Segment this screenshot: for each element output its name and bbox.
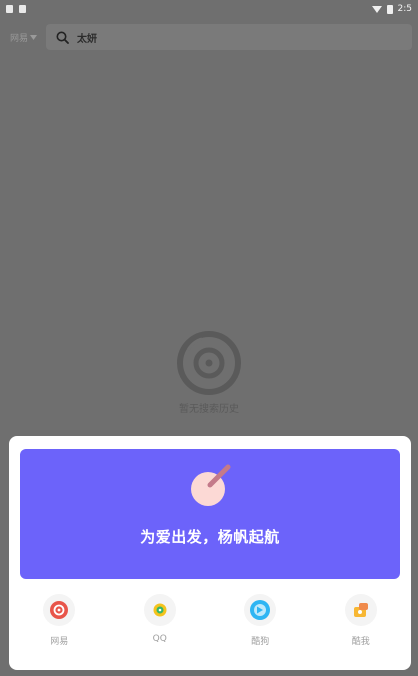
- option-icon-wrap: [244, 594, 277, 626]
- wifi-icon: [371, 5, 382, 13]
- empty-state-text: 暂无搜索历史: [179, 404, 239, 415]
- kugou-icon: [250, 600, 271, 620]
- netease-music-icon: [50, 601, 69, 619]
- qq-music-icon: [153, 603, 167, 617]
- kuwo-icon: [353, 603, 368, 617]
- notification-icon: [6, 5, 13, 13]
- sim-icon: [19, 5, 26, 13]
- option-kugou[interactable]: 酷狗: [225, 594, 295, 654]
- option-icon-wrap: [344, 594, 377, 626]
- caret-down-icon: [30, 34, 38, 40]
- banner-text: 为爱出发，杨帆起航: [140, 528, 280, 546]
- source-select[interactable]: 网易: [6, 31, 46, 44]
- platform-options: 网易 QQ 酷狗 酷我: [9, 594, 411, 654]
- search-row: 网易 太妍: [6, 24, 412, 50]
- search-icon: [56, 31, 69, 44]
- status-time: 2:5: [397, 4, 412, 14]
- option-netease[interactable]: 网易: [24, 594, 94, 654]
- record-icon: [191, 464, 231, 506]
- source-label: 网易: [10, 33, 29, 44]
- option-icon-wrap: [43, 594, 76, 626]
- banner[interactable]: 为爱出发，杨帆起航: [20, 449, 400, 579]
- option-label: 酷我: [351, 637, 370, 647]
- vinyl-disc-icon: [177, 331, 241, 395]
- system-icons: 2:5: [371, 4, 412, 14]
- share-sheet: 为爱出发，杨帆起航 网易 QQ 酷狗 酷我: [9, 436, 411, 670]
- status-bar: 2:5: [0, 0, 418, 18]
- option-kuwo[interactable]: 酷我: [326, 594, 396, 654]
- search-query: 太妍: [77, 33, 97, 45]
- notification-icons: [6, 5, 26, 13]
- battery-icon: [386, 4, 393, 14]
- option-qq[interactable]: QQ: [125, 594, 195, 654]
- empty-state: 暂无搜索历史: [0, 330, 418, 415]
- search-input[interactable]: 太妍: [46, 24, 412, 50]
- option-label: 网易: [50, 637, 69, 647]
- option-icon-wrap: [143, 594, 176, 626]
- option-label: QQ: [152, 634, 167, 644]
- option-label: 酷狗: [251, 637, 270, 647]
